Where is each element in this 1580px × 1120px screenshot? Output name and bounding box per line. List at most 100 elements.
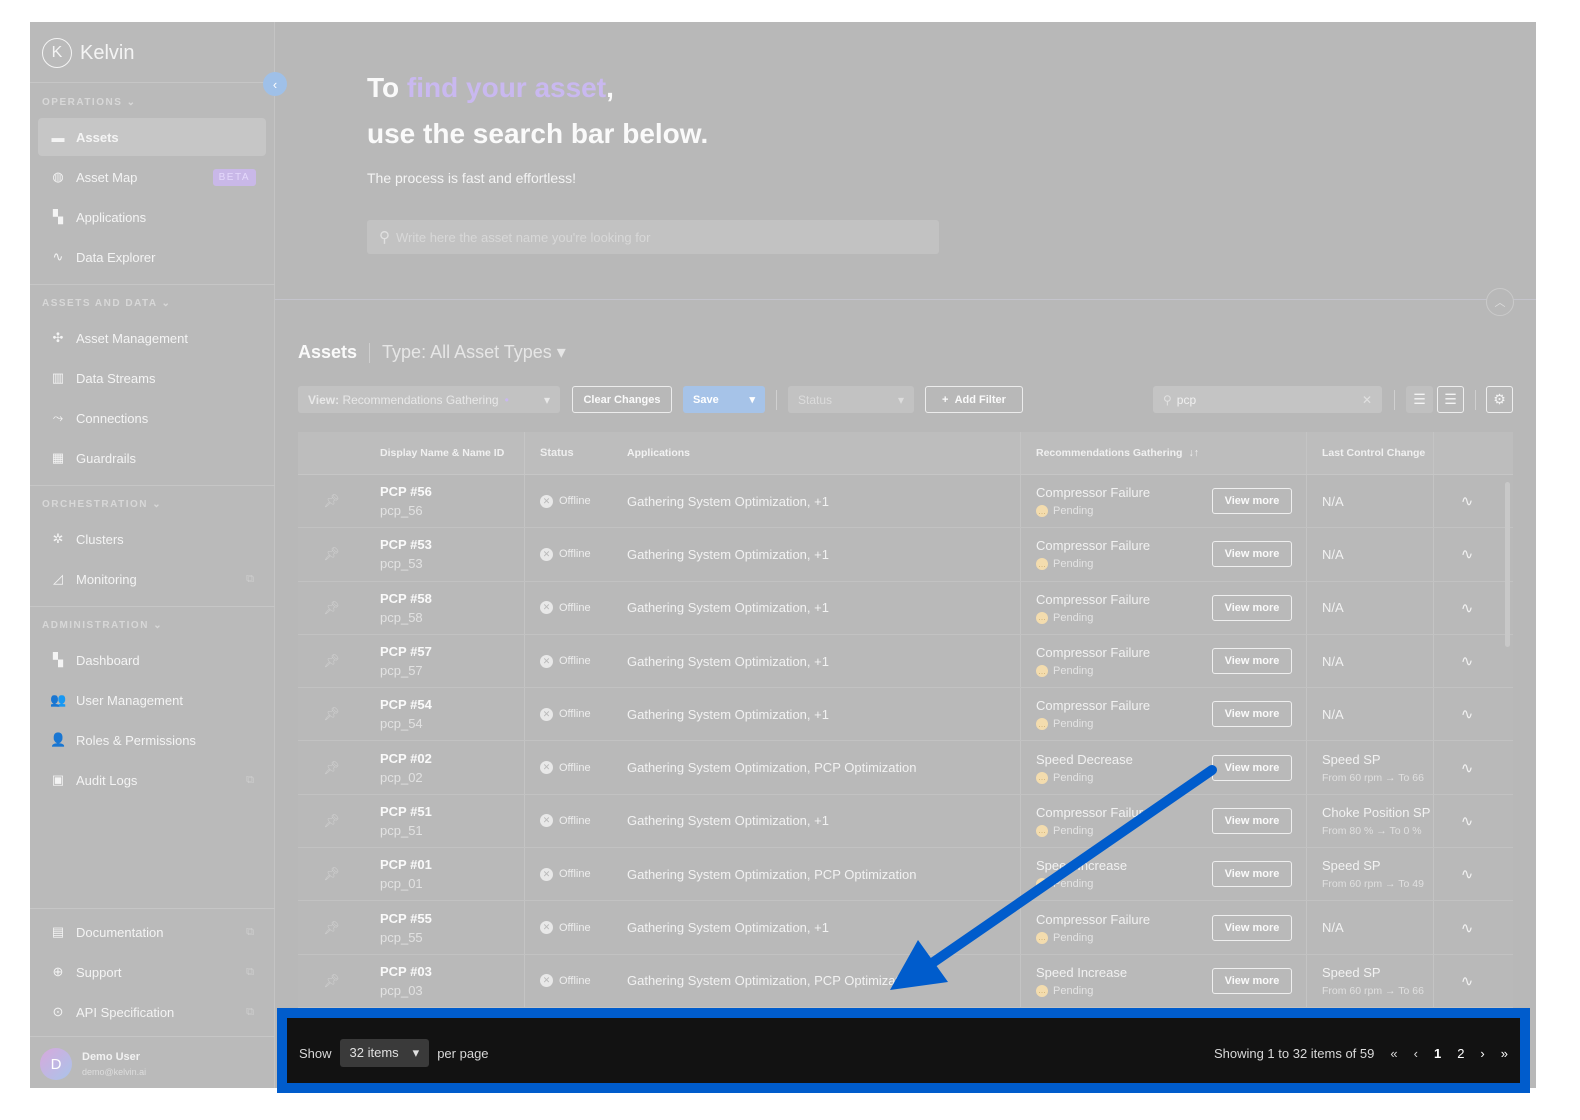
table-row[interactable]: 📌︎ PCP #01 pcp_01 ✕ Offline Gathering Syst… [298,848,1513,902]
col-applications[interactable]: Applications [612,447,1020,459]
asset-type-dropdown[interactable]: Type: All Asset Types ▾ [382,342,566,363]
col-status[interactable]: Status [525,447,612,459]
data-explorer-pulse-icon[interactable]: ∿ [1433,688,1500,741]
sidebar-item-asset-management[interactable]: ✣ Asset Management [38,319,266,357]
sidebar-item-assets[interactable]: ▬ Assets [38,118,266,156]
data-explorer-pulse-icon[interactable]: ∿ [1433,475,1500,528]
comfortable-density-button[interactable]: ☰ [1437,386,1464,413]
asset-name[interactable]: PCP #51 [380,804,524,819]
sort-icon[interactable]: ↓↑ [1188,447,1199,459]
view-more-button[interactable]: View more [1212,754,1292,781]
view-more-button[interactable]: View more [1212,488,1292,515]
save-button[interactable]: Save ▾ [683,386,765,413]
pin-icon[interactable]: 📌︎ [298,760,365,776]
asset-name[interactable]: PCP #03 [380,964,524,979]
pin-icon[interactable]: 📌︎ [298,920,365,936]
section-header[interactable]: ORCHESTRATION ⌄ [42,499,162,510]
pin-icon[interactable]: 📌︎ [298,973,365,989]
table-row[interactable]: 📌︎ PCP #51 pcp_51 ✕ Offline Gathering Syst… [298,794,1513,849]
view-more-button[interactable]: View more [1212,648,1292,675]
view-more-button[interactable]: View more [1212,914,1292,941]
asset-name[interactable]: PCP #58 [380,591,524,606]
asset-name[interactable]: PCP #01 [380,857,524,872]
prev-page-icon[interactable]: ‹ [1414,1046,1418,1061]
sidebar-item-api-specification[interactable]: ⊙ API Specification ⧉ [38,993,266,1031]
add-filter-button[interactable]: + Add Filter [925,386,1023,413]
col-display-name[interactable]: Display Name & Name ID [365,432,525,474]
table-scrollbar[interactable] [1505,482,1510,647]
table-row[interactable]: 📌︎ PCP #58 pcp_58 ✕ Offline Gathering Syst… [298,581,1513,635]
pin-icon[interactable]: 📌︎ [298,493,365,509]
view-more-button[interactable]: View more [1212,807,1292,834]
section-header[interactable]: ASSETS AND DATA ⌄ [42,298,171,309]
sidebar-item-audit-logs[interactable]: ▣ Audit Logs ⧉ [38,761,266,799]
chevron-down-icon[interactable]: ▾ [749,393,755,406]
data-explorer-pulse-icon[interactable]: ∿ [1433,528,1500,581]
data-explorer-pulse-icon[interactable]: ∿ [1433,794,1500,848]
collapse-sidebar-button[interactable]: ‹ [263,72,287,96]
collapse-hero-button[interactable]: ︿ [1486,288,1514,316]
section-header[interactable]: ADMINISTRATION ⌄ [42,620,163,631]
table-row[interactable]: 📌︎ PCP #55 pcp_55 ✕ Offline Gathering Syst… [298,901,1513,955]
kelvin-logo[interactable]: K Kelvin [42,38,134,68]
pin-icon[interactable]: 📌︎ [298,546,365,562]
data-explorer-pulse-icon[interactable]: ∿ [1433,901,1500,954]
table-search-input[interactable]: ⚲ pcp ✕ [1153,386,1382,413]
pin-icon[interactable]: 📌︎ [298,706,365,722]
asset-name[interactable]: PCP #56 [380,484,524,499]
sidebar-item-monitoring[interactable]: ◿ Monitoring ⧉ [38,560,266,598]
view-more-button[interactable]: View more [1212,701,1292,728]
view-more-button[interactable]: View more [1212,861,1292,888]
sidebar-item-connections[interactable]: ⤳ Connections [38,399,266,437]
compact-density-button[interactable]: ☰ [1406,386,1433,413]
data-explorer-pulse-icon[interactable]: ∿ [1433,848,1500,901]
col-last-control-change[interactable]: Last Control Change [1306,432,1433,474]
sidebar-item-documentation[interactable]: ▤ Documentation ⧉ [38,913,266,951]
page-1[interactable]: 1 [1434,1046,1441,1061]
view-dropdown[interactable]: View: Recommendations Gathering • ▾ [298,386,560,413]
data-explorer-pulse-icon[interactable]: ∿ [1433,581,1500,634]
page-2[interactable]: 2 [1457,1046,1464,1061]
asset-name[interactable]: PCP #02 [380,751,524,766]
data-explorer-pulse-icon[interactable]: ∿ [1433,741,1500,794]
last-page-icon[interactable]: » [1501,1046,1508,1061]
sidebar-item-user-management[interactable]: 👥 User Management [38,681,266,719]
asset-name[interactable]: PCP #54 [380,697,524,712]
settings-gear-icon[interactable]: ⚙ [1486,386,1513,413]
sidebar-item-data-explorer[interactable]: ∿ Data Explorer [38,238,266,276]
next-page-icon[interactable]: › [1480,1046,1484,1061]
table-row[interactable]: 📌︎ PCP #02 pcp_02 ✕ Offline Gathering Syst… [298,741,1513,795]
view-more-button[interactable]: View more [1212,967,1292,994]
sidebar-item-support[interactable]: ⊕ Support ⧉ [38,953,266,991]
pin-icon[interactable]: 📌︎ [298,813,365,829]
sidebar-item-dashboard[interactable]: ▚ Dashboard [38,641,266,679]
user-profile[interactable]: D Demo User demo@kelvin.ai [40,1048,146,1080]
pin-icon[interactable]: 📌︎ [298,653,365,669]
table-row[interactable]: 📌︎ PCP #03 pcp_03 ✕ Offline Gathering Syst… [298,954,1513,1008]
items-per-page-select[interactable]: 32 items ▾ [339,1039,430,1067]
table-row[interactable]: 📌︎ PCP #54 pcp_54 ✕ Offline Gathering Syst… [298,688,1513,742]
clear-changes-button[interactable]: Clear Changes [572,386,672,413]
clear-search-icon[interactable]: ✕ [1362,393,1372,407]
status-filter-dropdown[interactable]: Status ▾ [788,386,914,413]
table-row[interactable]: 📌︎ PCP #53 pcp_53 ✕ Offline Gathering Syst… [298,528,1513,582]
sidebar-item-guardrails[interactable]: ▦ Guardrails [38,439,266,477]
data-explorer-pulse-icon[interactable]: ∿ [1433,634,1500,688]
view-more-button[interactable]: View more [1212,594,1292,621]
section-header[interactable]: OPERATIONS ⌄ [42,97,137,108]
table-row[interactable]: 📌︎ PCP #57 pcp_57 ✕ Offline Gathering Syst… [298,634,1513,689]
first-page-icon[interactable]: « [1390,1046,1397,1061]
pin-icon[interactable]: 📌︎ [298,866,365,882]
sidebar-item-asset-map[interactable]: ◍ Asset Map BETA [38,158,266,196]
asset-name[interactable]: PCP #57 [380,644,524,659]
asset-name[interactable]: PCP #55 [380,911,524,926]
col-recommendations[interactable]: Recommendations Gathering ↓↑ [1020,432,1306,474]
sidebar-item-applications[interactable]: ▚ Applications [38,198,266,236]
sidebar-item-roles-permissions[interactable]: 👤 Roles & Permissions [38,721,266,759]
view-more-button[interactable]: View more [1212,541,1292,568]
asset-name[interactable]: PCP #53 [380,537,524,552]
sidebar-item-clusters[interactable]: ✲ Clusters [38,520,266,558]
asset-search-input[interactable]: ⚲ Write here the asset name you're lookin… [367,220,939,254]
pin-icon[interactable]: 📌︎ [298,600,365,616]
sidebar-item-data-streams[interactable]: ▥ Data Streams [38,359,266,397]
